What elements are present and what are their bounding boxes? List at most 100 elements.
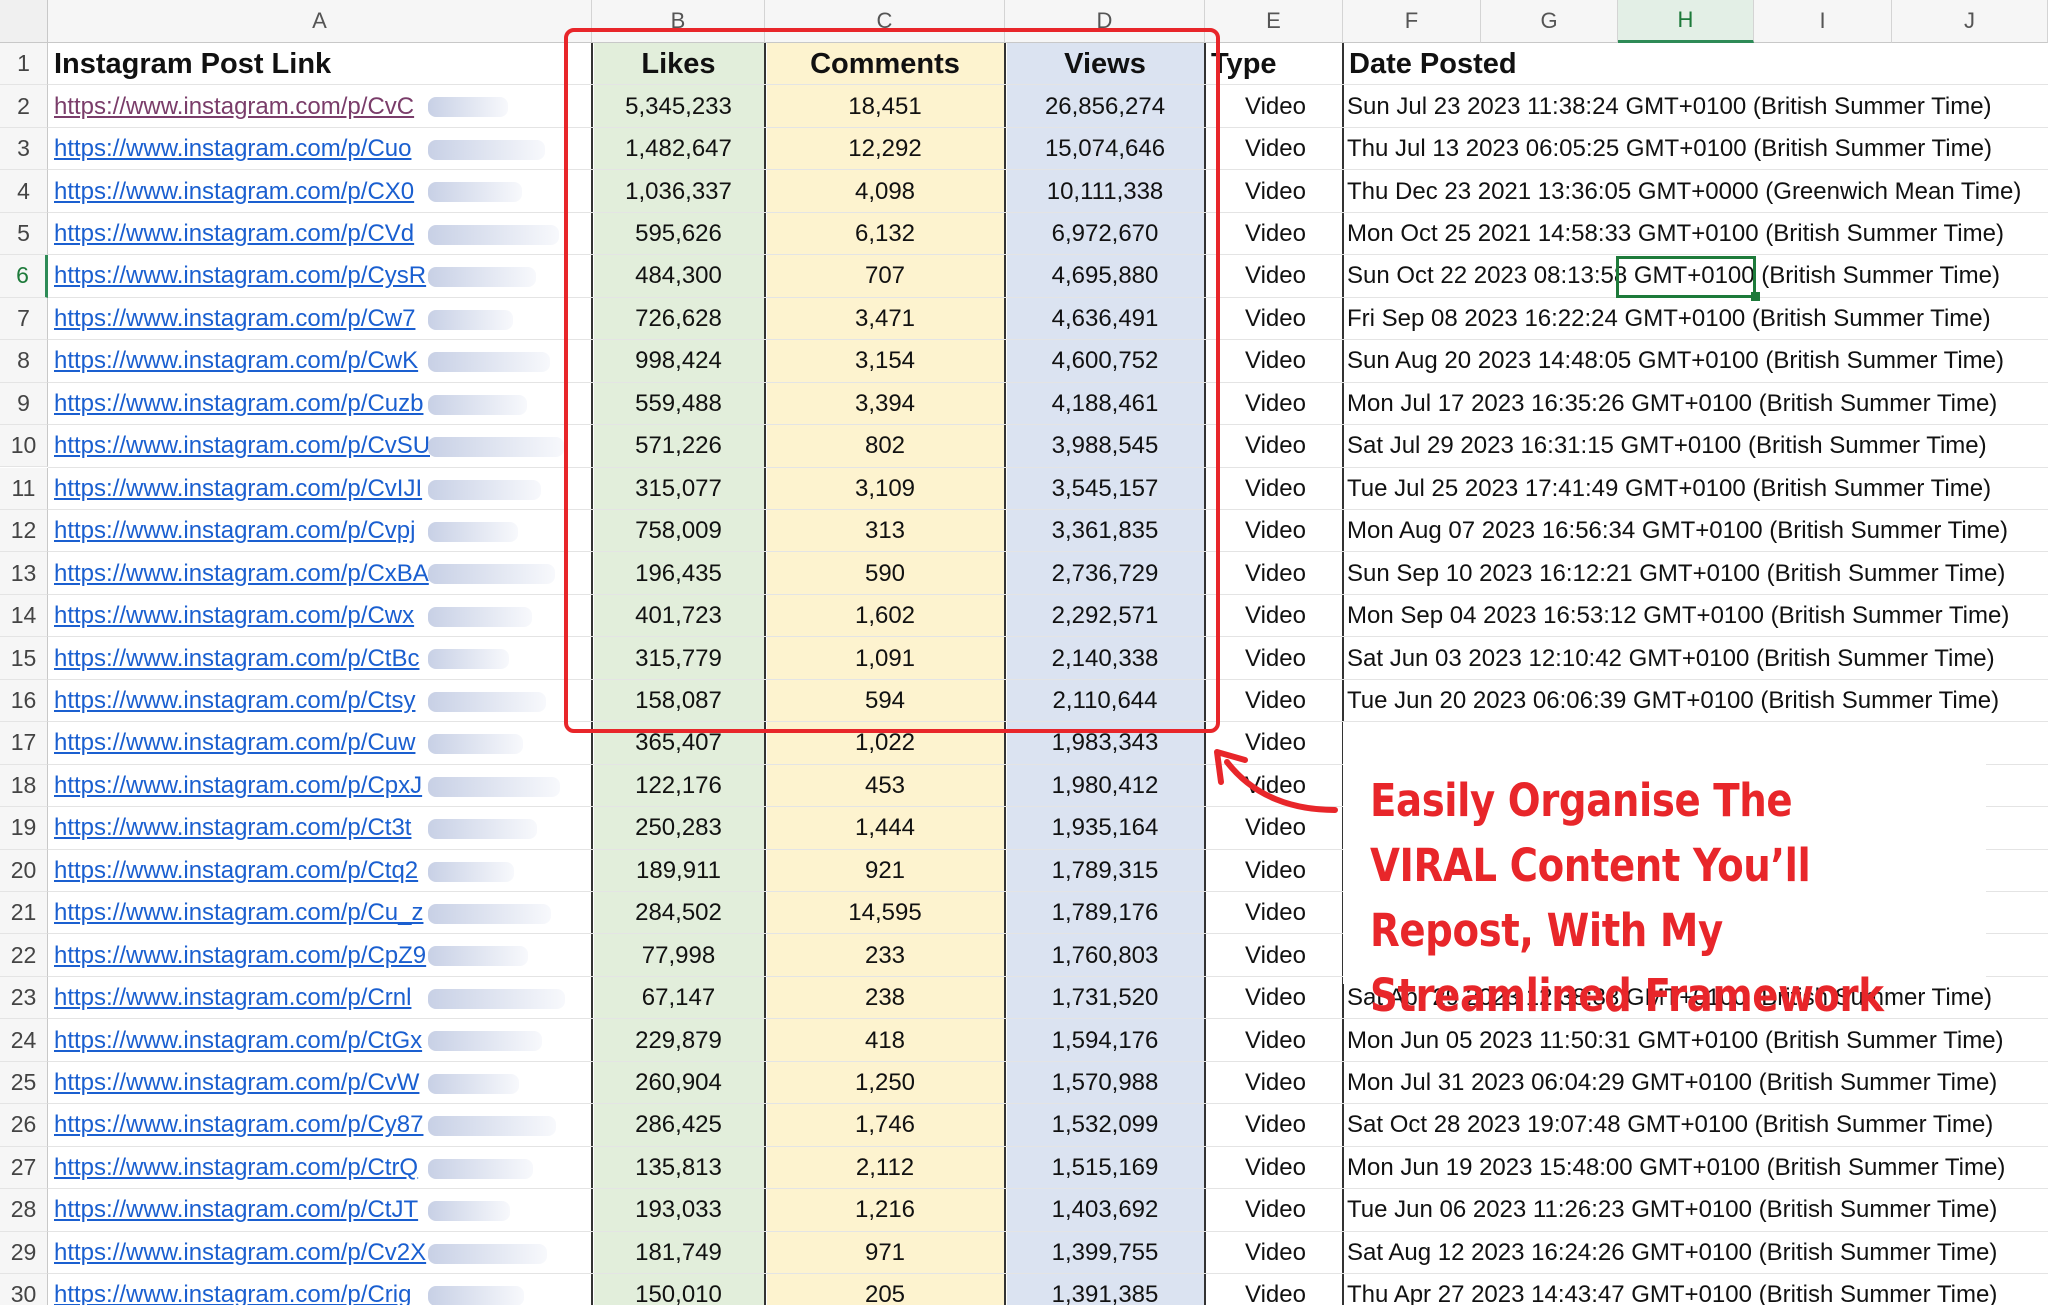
views-cell[interactable]: 1,789,176 <box>1005 892 1205 934</box>
comments-cell[interactable]: 238 <box>765 977 1005 1019</box>
likes-cell[interactable]: 260,904 <box>592 1062 765 1104</box>
post-link[interactable]: https://www.instagram.com/p/Cuw <box>48 722 430 764</box>
type-cell[interactable]: Video <box>1205 850 1343 892</box>
row-header[interactable]: 6 <box>0 255 48 298</box>
post-link[interactable]: https://www.instagram.com/p/CVd <box>48 213 430 255</box>
selected-cell-h6[interactable] <box>1616 256 1756 298</box>
type-cell[interactable]: Video <box>1205 934 1343 976</box>
likes-cell[interactable]: 77,998 <box>592 934 765 976</box>
column-header-f[interactable]: F <box>1343 0 1481 43</box>
type-cell[interactable]: Video <box>1205 298 1343 340</box>
post-link[interactable]: https://www.instagram.com/p/Cw7 <box>48 298 430 340</box>
likes-cell[interactable]: 181,749 <box>592 1232 765 1274</box>
post-link[interactable]: https://www.instagram.com/p/CvIJI <box>48 468 430 510</box>
comments-cell[interactable]: 921 <box>765 850 1005 892</box>
date-posted-cell[interactable]: Sat Jul 29 2023 16:31:15 GMT+0100 (Briti… <box>1343 425 2048 467</box>
likes-cell[interactable]: 229,879 <box>592 1019 765 1061</box>
row-header[interactable]: 10 <box>0 425 48 468</box>
type-cell[interactable]: Video <box>1205 1062 1343 1104</box>
row-header[interactable]: 24 <box>0 1019 48 1062</box>
likes-cell[interactable]: 250,283 <box>592 807 765 849</box>
date-posted-cell[interactable]: Sun Sep 10 2023 16:12:21 GMT+0100 (Briti… <box>1343 552 2048 594</box>
comments-cell[interactable]: 1,250 <box>765 1062 1005 1104</box>
type-cell[interactable]: Video <box>1205 1189 1343 1231</box>
comments-cell[interactable]: 233 <box>765 934 1005 976</box>
date-posted-cell[interactable]: Tue Jul 25 2023 17:41:49 GMT+0100 (Briti… <box>1343 468 2048 510</box>
type-cell[interactable]: Video <box>1205 552 1343 594</box>
comments-cell[interactable]: 453 <box>765 765 1005 807</box>
likes-cell[interactable]: 122,176 <box>592 765 765 807</box>
type-cell[interactable]: Video <box>1205 170 1343 212</box>
column-header-j[interactable]: J <box>1892 0 2048 43</box>
row-header[interactable]: 4 <box>0 170 48 213</box>
post-link[interactable]: https://www.instagram.com/p/CX0 <box>48 170 430 212</box>
post-link[interactable]: https://www.instagram.com/p/CpZ9 <box>48 934 430 976</box>
date-posted-cell[interactable]: Thu Dec 23 2021 13:36:05 GMT+0000 (Green… <box>1343 170 2048 212</box>
type-cell[interactable]: Video <box>1205 425 1343 467</box>
post-link[interactable]: https://www.instagram.com/p/Crnl <box>48 977 430 1019</box>
column-header-g[interactable]: G <box>1481 0 1618 43</box>
row-header[interactable]: 26 <box>0 1104 48 1147</box>
row-header[interactable]: 7 <box>0 297 48 341</box>
row-header[interactable]: 2 <box>0 85 48 128</box>
likes-cell[interactable]: 284,502 <box>592 892 765 934</box>
type-cell[interactable]: Video <box>1205 213 1343 255</box>
header-date-posted[interactable]: Date Posted <box>1343 43 2048 85</box>
post-link[interactable]: https://www.instagram.com/p/CysR <box>48 255 430 297</box>
type-cell[interactable]: Video <box>1205 128 1343 170</box>
views-cell[interactable]: 1,403,692 <box>1005 1189 1205 1231</box>
likes-cell[interactable]: 67,147 <box>592 977 765 1019</box>
views-cell[interactable]: 1,391,385 <box>1005 1274 1205 1305</box>
views-cell[interactable]: 1,570,988 <box>1005 1062 1205 1104</box>
likes-cell[interactable]: 150,010 <box>592 1274 765 1305</box>
column-header-e[interactable]: E <box>1205 0 1343 43</box>
post-link[interactable]: https://www.instagram.com/p/CvSU <box>48 425 430 467</box>
type-cell[interactable]: Video <box>1205 637 1343 679</box>
type-cell[interactable]: Video <box>1205 977 1343 1019</box>
type-cell[interactable]: Video <box>1205 383 1343 425</box>
type-cell[interactable]: Video <box>1205 340 1343 382</box>
type-cell[interactable]: Video <box>1205 255 1343 297</box>
post-link[interactable]: https://www.instagram.com/p/Cwx <box>48 595 430 637</box>
row-header[interactable]: 8 <box>0 340 48 383</box>
date-posted-cell[interactable]: Thu Jul 13 2023 06:05:25 GMT+0100 (Briti… <box>1343 128 2048 170</box>
likes-cell[interactable]: 193,033 <box>592 1189 765 1231</box>
post-link[interactable]: https://www.instagram.com/p/CtBc <box>48 637 430 679</box>
views-cell[interactable]: 1,594,176 <box>1005 1019 1205 1061</box>
row-header[interactable]: 27 <box>0 1146 48 1190</box>
row-header[interactable]: 22 <box>0 934 48 977</box>
column-header-i[interactable]: I <box>1754 0 1892 43</box>
post-link[interactable]: https://www.instagram.com/p/Cuzb <box>48 383 430 425</box>
comments-cell[interactable]: 418 <box>765 1019 1005 1061</box>
post-link[interactable]: https://www.instagram.com/p/CtrQ <box>48 1147 430 1189</box>
date-posted-cell[interactable]: Mon Jul 31 2023 06:04:29 GMT+0100 (Briti… <box>1343 1062 2048 1104</box>
row-header[interactable]: 30 <box>0 1274 48 1305</box>
post-link[interactable]: https://www.instagram.com/p/CpxJ <box>48 765 430 807</box>
type-cell[interactable]: Video <box>1205 1019 1343 1061</box>
post-link[interactable]: https://www.instagram.com/p/Ctsy <box>48 680 430 722</box>
post-link[interactable]: https://www.instagram.com/p/Crig <box>48 1274 430 1305</box>
type-cell[interactable]: Video <box>1205 468 1343 510</box>
comments-cell[interactable]: 14,595 <box>765 892 1005 934</box>
date-posted-cell[interactable]: Mon Jun 19 2023 15:48:00 GMT+0100 (Briti… <box>1343 1147 2048 1189</box>
likes-cell[interactable]: 135,813 <box>592 1147 765 1189</box>
date-posted-cell[interactable]: Sun Aug 20 2023 14:48:05 GMT+0100 (Briti… <box>1343 340 2048 382</box>
comments-cell[interactable]: 971 <box>765 1232 1005 1274</box>
date-posted-cell[interactable]: Mon Sep 04 2023 16:53:12 GMT+0100 (Briti… <box>1343 595 2048 637</box>
row-header[interactable]: 20 <box>0 849 48 892</box>
views-cell[interactable]: 1,532,099 <box>1005 1104 1205 1146</box>
type-cell[interactable]: Video <box>1205 1147 1343 1189</box>
fill-handle[interactable] <box>1751 291 1760 301</box>
row-header[interactable]: 13 <box>0 552 48 595</box>
post-link[interactable]: https://www.instagram.com/p/CvC <box>48 85 430 127</box>
row-header[interactable]: 18 <box>0 764 48 808</box>
views-cell[interactable]: 1,980,412 <box>1005 765 1205 807</box>
views-cell[interactable]: 1,760,803 <box>1005 934 1205 976</box>
date-posted-cell[interactable]: Sat Oct 28 2023 19:07:48 GMT+0100 (Briti… <box>1343 1104 2048 1146</box>
row-header[interactable]: 25 <box>0 1061 48 1105</box>
row-header[interactable]: 12 <box>0 509 48 553</box>
row-header[interactable]: 28 <box>0 1189 48 1232</box>
header-type[interactable]: Type <box>1205 43 1343 85</box>
post-link[interactable]: https://www.instagram.com/p/Cv2X <box>48 1232 430 1274</box>
post-link[interactable]: https://www.instagram.com/p/Cu_z <box>48 892 430 934</box>
